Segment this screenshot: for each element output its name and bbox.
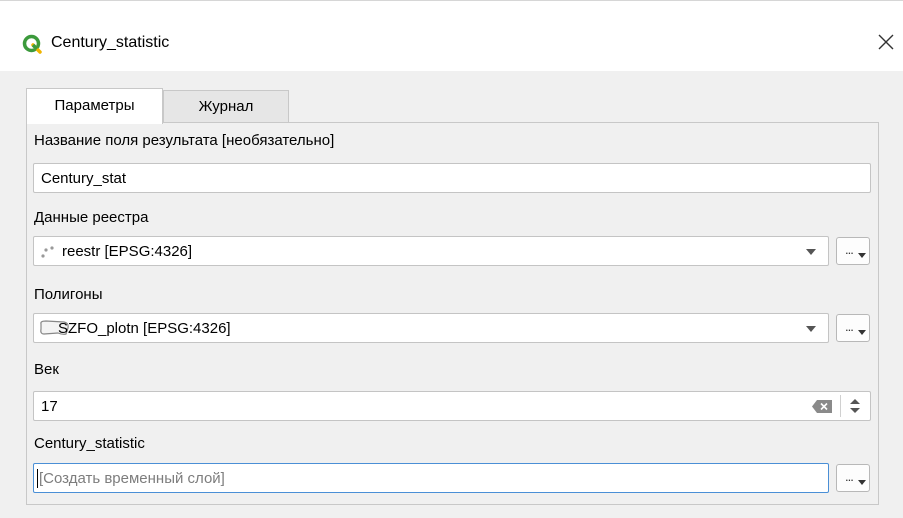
parameters-panel: Название поля результата [необязательно]… (26, 122, 879, 505)
vertical-scrollbar[interactable] (878, 123, 879, 504)
output-browse-button[interactable]: ... (836, 464, 870, 492)
output-layer-input[interactable]: [Создать временный слой] (33, 463, 829, 493)
tab-log[interactable]: Журнал (163, 90, 289, 122)
polygons-label: Полигоны (34, 286, 103, 303)
output-placeholder: [Создать временный слой] (39, 470, 225, 487)
title-bar: Century_statistic (0, 0, 903, 71)
registry-value: reestr [EPSG:4326] (62, 243, 193, 260)
polygons-select[interactable]: SZFO_plotn [EPSG:4326] (33, 313, 829, 343)
chevron-down-icon (806, 249, 816, 255)
chevron-down-icon (858, 480, 866, 485)
point-layer-icon (41, 246, 54, 258)
chevron-down-icon (858, 253, 866, 258)
registry-select[interactable]: reestr [EPSG:4326] (33, 236, 829, 266)
chevron-down-icon (858, 330, 866, 335)
spin-arrows-icon[interactable] (849, 398, 861, 414)
registry-browse-button[interactable]: ... (836, 237, 870, 265)
result-field-value: Century_stat (41, 170, 127, 187)
result-field-input[interactable]: Century_stat (33, 163, 871, 193)
tab-parameters[interactable]: Параметры (26, 88, 163, 124)
polygons-browse-button[interactable]: ... (836, 314, 870, 342)
output-label: Century_statistic (34, 435, 145, 452)
qgis-logo-icon (22, 34, 42, 54)
century-value: 17 (41, 398, 58, 415)
registry-label: Данные реестра (34, 209, 149, 226)
close-icon[interactable] (875, 31, 897, 53)
result-field-label: Название поля результата [необязательно] (34, 132, 335, 149)
century-spinbox[interactable]: 17 (33, 391, 871, 421)
clear-icon[interactable] (812, 400, 832, 413)
chevron-down-icon (806, 326, 816, 332)
window-title: Century_statistic (51, 34, 170, 51)
century-label: Век (34, 361, 59, 378)
polygons-value: SZFO_plotn [EPSG:4326] (58, 320, 231, 337)
